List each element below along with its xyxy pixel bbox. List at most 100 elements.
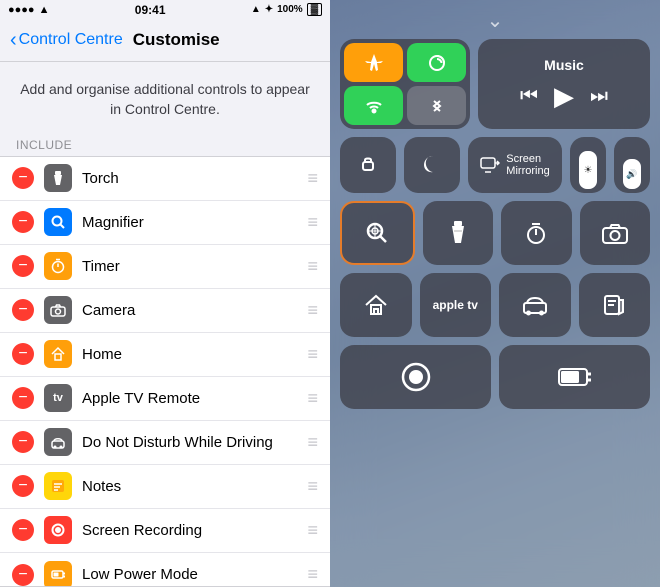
remove-button-torch[interactable]: − (12, 167, 34, 189)
description-text: Add and organise additional controls to … (0, 62, 330, 131)
brightness-slider[interactable]: ☀ (570, 137, 606, 193)
list-item: − Do Not Disturb While Driving ≡ (0, 421, 330, 465)
drag-handle[interactable]: ≡ (307, 564, 318, 585)
notes-label: Notes (82, 478, 307, 495)
apple-tv-label: Apple TV Remote (82, 390, 307, 407)
drag-handle[interactable]: ≡ (307, 520, 318, 541)
list-item: − Magnifier ≡ (0, 201, 330, 245)
list-item: − Timer ≡ (0, 245, 330, 289)
apple-tv-icon: tv (44, 384, 72, 412)
appletv-label: apple tv (433, 298, 478, 312)
status-right: ▲ ✦ 100% ▓ (251, 3, 322, 16)
magnifier-icon (44, 208, 72, 236)
wifi-icon: ▲ (39, 4, 50, 16)
connectivity-block (340, 39, 470, 129)
list-item: − Home ≡ (0, 333, 330, 377)
airplane-mode-button[interactable] (344, 43, 403, 82)
list-item: − Torch ≡ (0, 157, 330, 201)
screen-recording-label: Screen Recording (82, 522, 307, 539)
section-label: INCLUDE (0, 132, 330, 156)
car-cc-button[interactable] (499, 273, 571, 337)
status-bar: ●●●● ▲ 09:41 ▲ ✦ 100% ▓ (0, 0, 330, 20)
back-button[interactable]: ‹ Control Centre (10, 29, 123, 52)
camera-cc-button[interactable] (580, 201, 651, 265)
torch-label: Torch (82, 170, 307, 187)
cc-content: ⌄ (330, 0, 660, 587)
torch-icon (44, 164, 72, 192)
cc-grid: Music ⏮ ▶ ⏭ (340, 39, 650, 409)
low-power-icon (44, 561, 72, 587)
timer-label: Timer (82, 258, 307, 275)
chevron-left-icon: ‹ (10, 29, 17, 52)
screen-mirroring-label2: Mirroring (506, 165, 549, 177)
remove-button-home[interactable]: − (12, 343, 34, 365)
appletv-cc-button[interactable]: apple tv (420, 273, 492, 337)
wifi-button[interactable] (344, 86, 403, 125)
status-time: 09:41 (135, 3, 166, 17)
drag-handle[interactable]: ≡ (307, 388, 318, 409)
edit-cc-button[interactable] (579, 273, 651, 337)
cc-row-5 (340, 345, 650, 409)
screen-mirroring-label: Screen (506, 153, 541, 165)
homekit-cc-button[interactable] (340, 273, 412, 337)
dnd-driving-label: Do Not Disturb While Driving (82, 434, 307, 451)
list-item: − tv Apple TV Remote ≡ (0, 377, 330, 421)
list-item: − Notes ≡ (0, 465, 330, 509)
cellular-button[interactable] (407, 43, 466, 82)
home-icon (44, 340, 72, 368)
music-block[interactable]: Music ⏮ ▶ ⏭ (478, 39, 650, 129)
notes-icon (44, 472, 72, 500)
prev-button[interactable]: ⏮ (520, 85, 538, 108)
do-not-disturb-button[interactable] (404, 137, 460, 193)
drag-handle[interactable]: ≡ (307, 476, 318, 497)
remove-button-camera[interactable]: − (12, 299, 34, 321)
cc-row-3 (340, 201, 650, 265)
screen-record-cc-button[interactable] (340, 345, 491, 409)
screen-mirroring-button[interactable]: Screen Mirroring (468, 137, 562, 193)
volume-slider[interactable]: 🔊 (614, 137, 650, 193)
remove-button-timer[interactable]: − (12, 255, 34, 277)
included-controls-list: − Torch ≡ − Magnifier ≡ − (0, 156, 330, 587)
remove-button-screen-recording[interactable]: − (12, 519, 34, 541)
camera-icon (44, 296, 72, 324)
battery-percentage: 100% (277, 4, 303, 15)
low-power-label: Low Power Mode (82, 566, 307, 583)
page-title: Customise (133, 30, 220, 50)
magnifier-cc-button[interactable] (340, 201, 415, 265)
battery-cc-button[interactable] (499, 345, 650, 409)
remove-button-apple-tv[interactable]: − (12, 387, 34, 409)
remove-button-dnd[interactable]: − (12, 431, 34, 453)
timer-icon (44, 252, 72, 280)
drag-handle[interactable]: ≡ (307, 432, 318, 453)
drag-handle[interactable]: ≡ (307, 256, 318, 277)
timer-cc-button[interactable] (501, 201, 572, 265)
remove-button-magnifier[interactable]: − (12, 211, 34, 233)
control-centre-panel: ⌄ (330, 0, 660, 587)
drag-handle[interactable]: ≡ (307, 300, 318, 321)
nav-bar: ‹ Control Centre Customise (0, 20, 330, 63)
bluetooth-button[interactable] (407, 86, 466, 125)
flashlight-cc-button[interactable] (423, 201, 494, 265)
next-button[interactable]: ⏭ (590, 85, 608, 108)
drag-handle[interactable]: ≡ (307, 344, 318, 365)
cc-handle: ⌄ (340, 8, 650, 33)
list-item: − Low Power Mode ≡ (0, 553, 330, 587)
camera-label: Camera (82, 302, 307, 319)
magnifier-label: Magnifier (82, 214, 307, 231)
rotation-lock-button[interactable] (340, 137, 396, 193)
remove-button-notes[interactable]: − (12, 475, 34, 497)
cc-row-2: Screen Mirroring ☀ 🔊 (340, 137, 650, 193)
left-panel: ●●●● ▲ 09:41 ▲ ✦ 100% ▓ ‹ Control Centre… (0, 0, 330, 587)
music-controls: ⏮ ▶ ⏭ (520, 81, 608, 112)
play-button[interactable]: ▶ (554, 81, 574, 112)
remove-button-low-power[interactable]: − (12, 564, 34, 586)
home-label: Home (82, 346, 307, 363)
gps-icon: ▲ (251, 4, 261, 15)
dnd-driving-icon (44, 428, 72, 456)
drag-handle[interactable]: ≡ (307, 168, 318, 189)
list-item: − Screen Recording ≡ (0, 509, 330, 553)
cc-row-4: apple tv (340, 273, 650, 337)
list-item: − Camera ≡ (0, 289, 330, 333)
bluetooth-status: ✦ (265, 4, 273, 15)
drag-handle[interactable]: ≡ (307, 212, 318, 233)
